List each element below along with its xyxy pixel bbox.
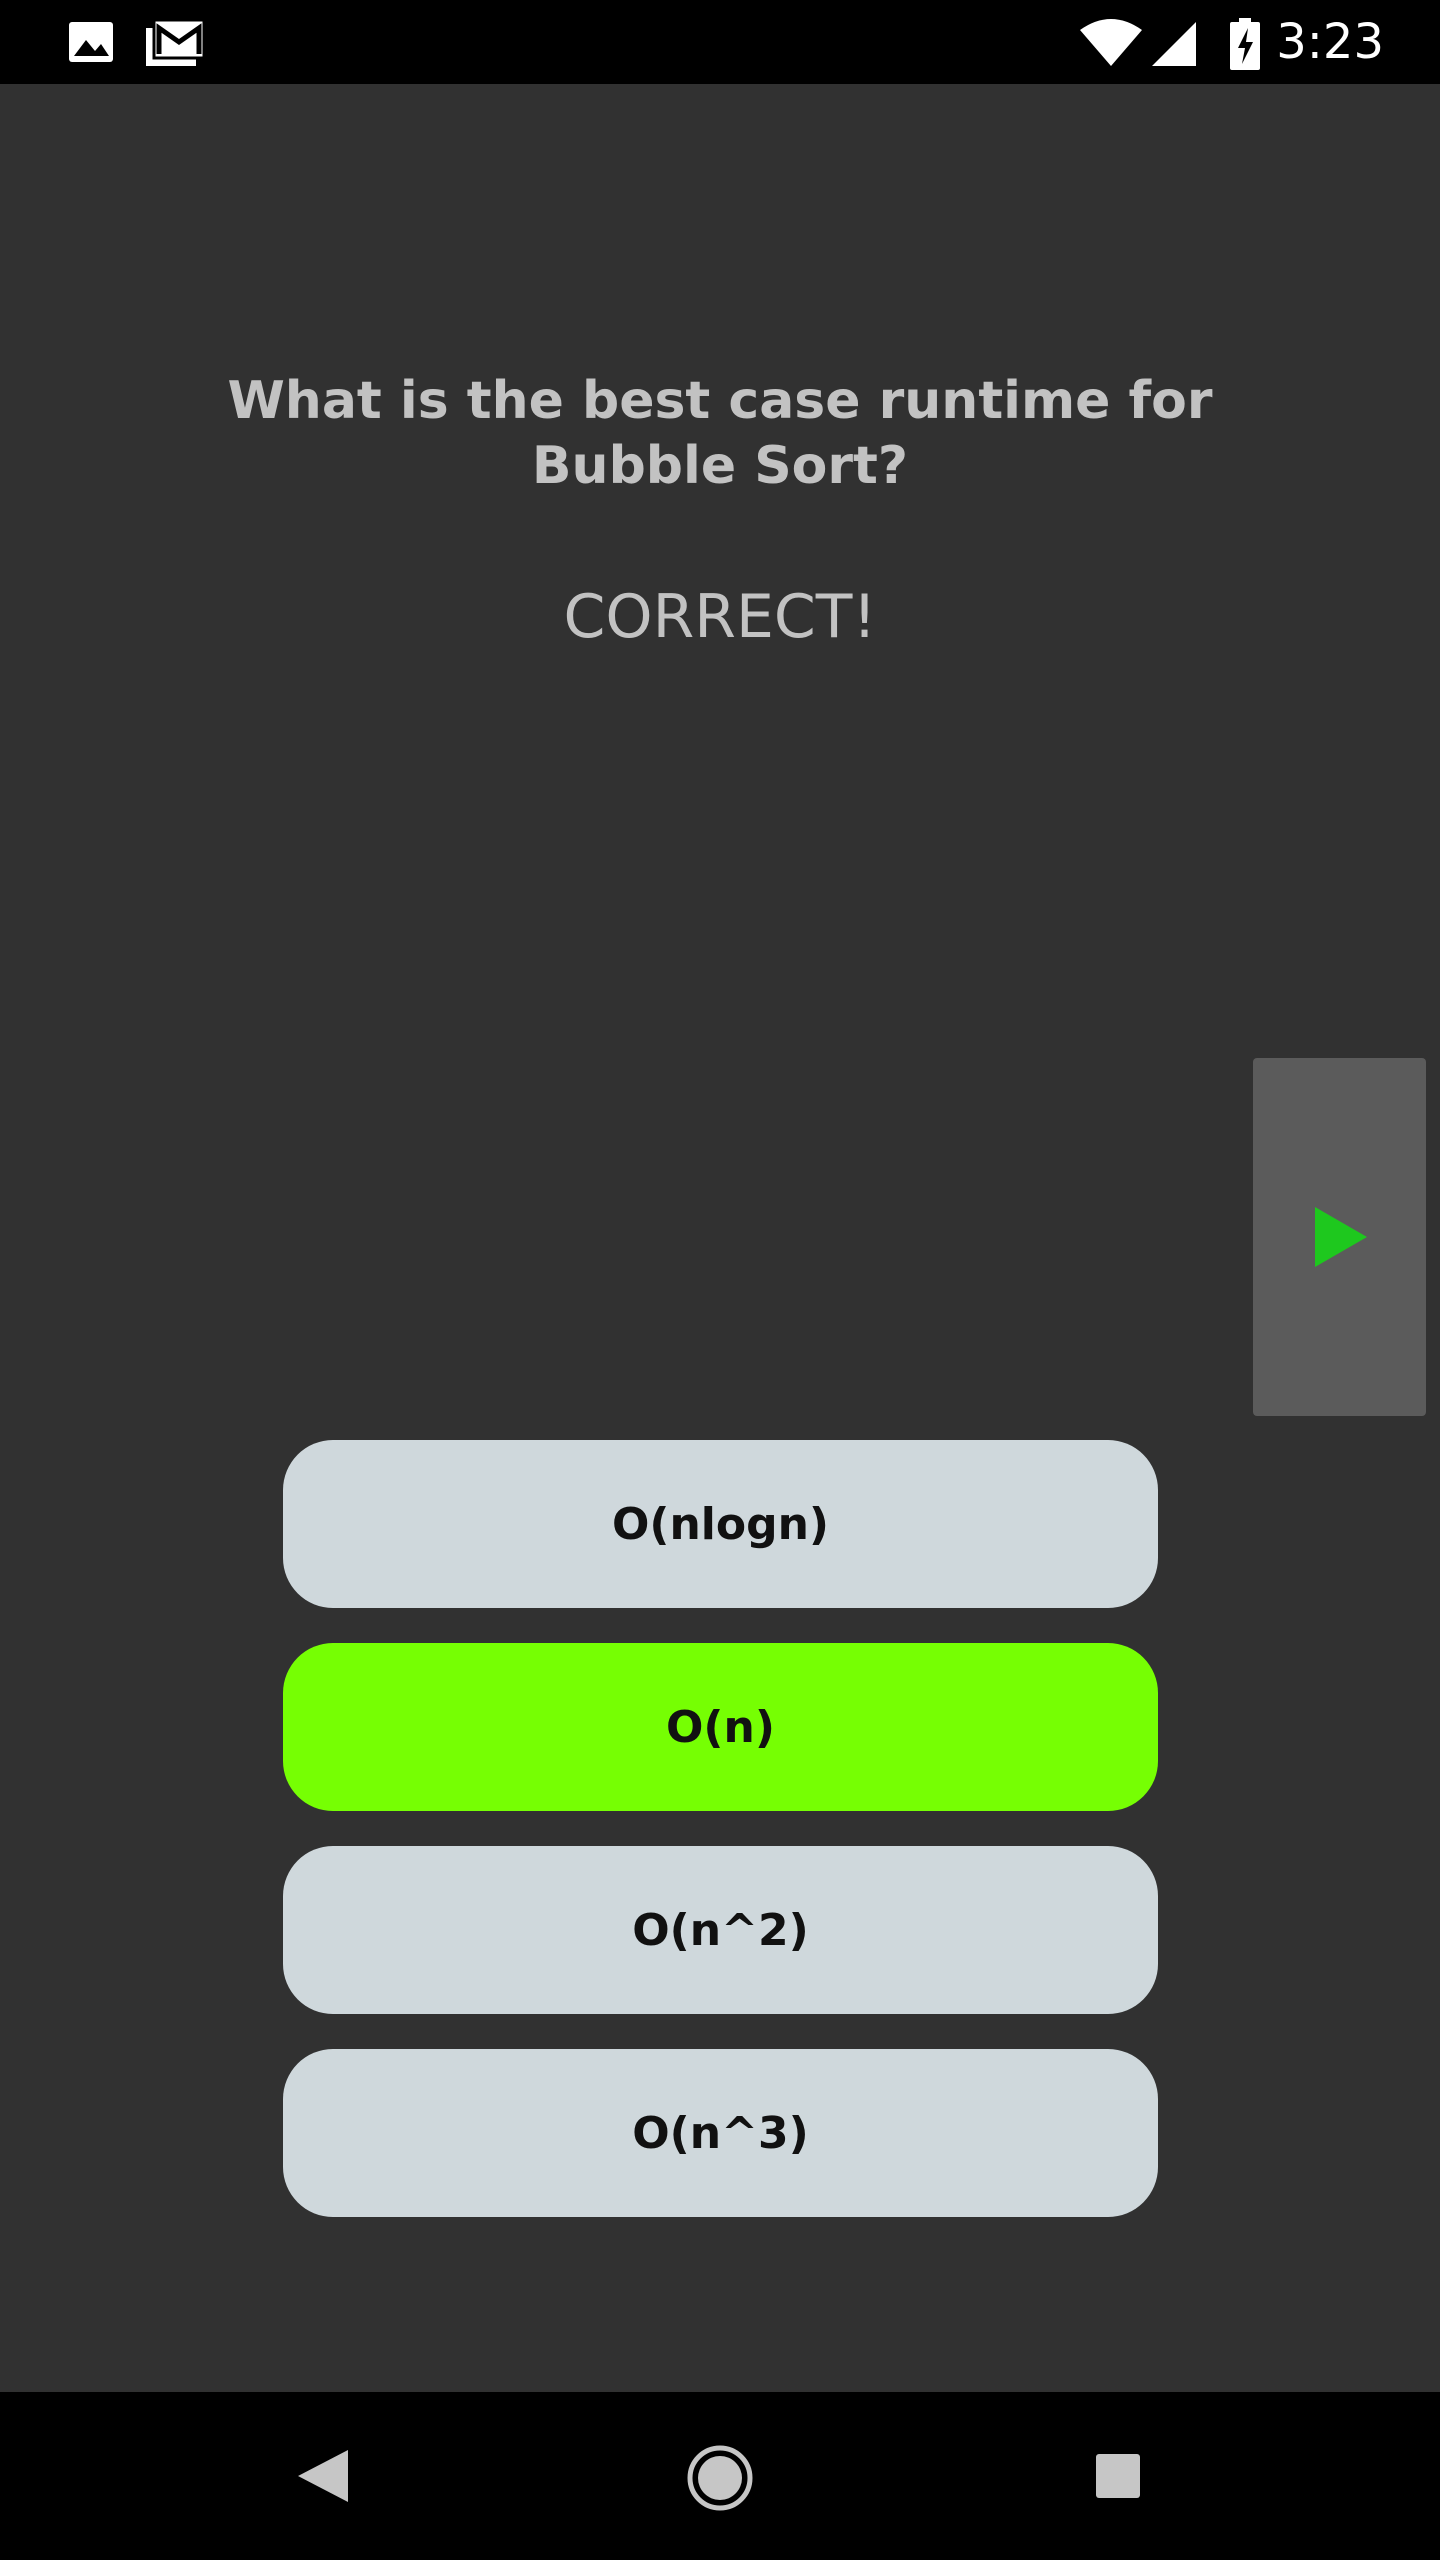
play-arrow-icon [1315, 1207, 1367, 1267]
navigation-bar [0, 2392, 1440, 2560]
answer-option-3[interactable]: O(n^2) [283, 1846, 1158, 2014]
next-question-button[interactable] [1253, 1058, 1426, 1416]
wifi-icon [1078, 18, 1144, 66]
answer-option-1-label: O(nlogn) [611, 1498, 830, 1550]
status-bar: 3:23 [0, 0, 1440, 84]
answer-option-3-label: O(n^2) [632, 1904, 809, 1956]
recents-icon[interactable] [1094, 2452, 1142, 2505]
cell-signal-icon [1150, 18, 1200, 66]
answer-option-2[interactable]: O(n) [283, 1643, 1158, 1811]
quiz-screen: What is the best case runtime for Bubble… [0, 84, 1440, 2392]
back-icon[interactable] [290, 2444, 354, 2513]
home-icon[interactable] [686, 2444, 754, 2517]
feedback-text: CORRECT! [563, 582, 877, 652]
question-text: What is the best case runtime for Bubble… [227, 371, 1213, 496]
answer-option-4[interactable]: O(n^3) [283, 2049, 1158, 2217]
status-time: 3:23 [1276, 14, 1384, 70]
answer-option-1[interactable]: O(nlogn) [283, 1440, 1158, 1608]
gmail-notification-icon [144, 18, 206, 66]
image-notification-icon [66, 18, 116, 66]
answer-option-2-label: O(n) [666, 1701, 775, 1753]
battery-charging-icon [1228, 18, 1262, 70]
answer-option-4-label: O(n^3) [632, 2107, 809, 2159]
